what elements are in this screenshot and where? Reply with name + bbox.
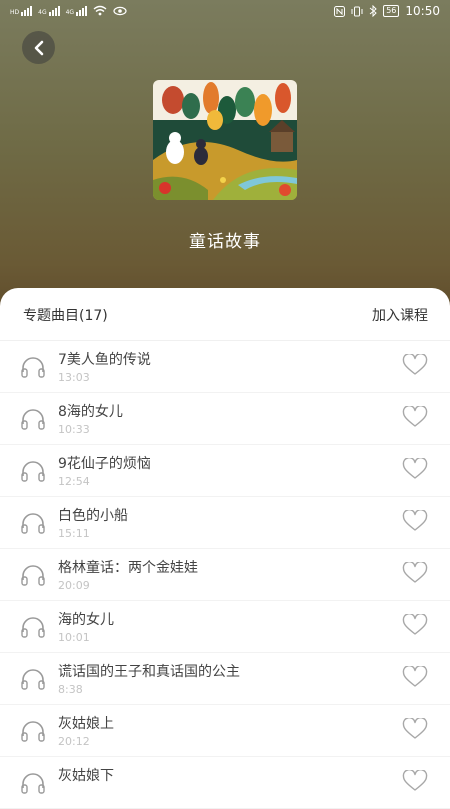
track-duration: 10:33 — [58, 423, 90, 436]
headphones-icon — [20, 616, 46, 638]
bluetooth-icon — [369, 5, 377, 17]
chevron-left-icon — [34, 40, 43, 55]
nfc-icon — [334, 5, 346, 17]
track-duration: 10:01 — [58, 631, 90, 644]
heart-outline-icon[interactable] — [402, 405, 428, 428]
track-row[interactable]: 白色的小船 15:11 — [0, 496, 450, 549]
wifi-icon — [93, 5, 107, 16]
signal-icon: 4G — [66, 6, 88, 16]
album-title: 童话故事 — [189, 232, 261, 252]
headphones-icon — [20, 460, 46, 482]
track-duration: 15:11 — [58, 527, 90, 540]
headphones-icon — [20, 408, 46, 430]
track-row[interactable]: 7美人鱼的传说 13:03 — [0, 340, 450, 393]
track-title: 9花仙子的烦恼 — [58, 456, 151, 472]
track-row[interactable]: 谎话国的王子和真话国的公主 8:38 — [0, 652, 450, 705]
heart-outline-icon[interactable] — [402, 561, 428, 584]
battery-icon: 56 — [383, 5, 400, 17]
track-title: 8海的女儿 — [58, 404, 123, 420]
heart-outline-icon[interactable] — [402, 457, 428, 480]
track-list-panel: 专题曲目(17) 加入课程 7美人鱼的传说 13:03 8海的女儿 10:33 9花仙子… — [0, 288, 450, 809]
headphones-icon — [20, 512, 46, 534]
headphones-icon — [20, 668, 46, 690]
track-title: 格林童话：两个金娃娃 — [58, 560, 198, 576]
track-duration: 20:12 — [58, 735, 90, 748]
track-duration: 8:38 — [58, 683, 83, 696]
headphones-icon — [20, 564, 46, 586]
back-button[interactable] — [22, 31, 55, 64]
eye-icon — [113, 6, 127, 16]
signal-icon: 4G — [38, 6, 60, 16]
headphones-icon — [20, 772, 46, 794]
track-list-header: 专题曲目(17) 加入课程 — [0, 288, 450, 341]
status-bar: HD 4G 4G 56 10:50 — [0, 0, 450, 26]
heart-outline-icon[interactable] — [402, 613, 428, 636]
heart-outline-icon[interactable] — [402, 665, 428, 688]
headphones-icon — [20, 356, 46, 378]
signal-icon: HD — [10, 6, 33, 16]
headphones-icon — [20, 720, 46, 742]
heart-outline-icon[interactable] — [402, 509, 428, 532]
track-row[interactable]: 海的女儿 10:01 — [0, 600, 450, 653]
track-title: 灰姑娘下 — [58, 768, 114, 784]
track-duration: 13:03 — [58, 371, 90, 384]
album-cover-image — [153, 80, 297, 200]
track-row[interactable]: 9花仙子的烦恼 12:54 — [0, 444, 450, 497]
status-left: HD 4G 4G — [10, 5, 127, 16]
heart-outline-icon[interactable] — [402, 769, 428, 792]
heart-outline-icon[interactable] — [402, 353, 428, 376]
section-title: 专题曲目(17) — [23, 308, 108, 324]
track-duration: 20:09 — [58, 579, 90, 592]
track-row[interactable]: 灰姑娘上 20:12 — [0, 704, 450, 757]
track-title: 白色的小船 — [58, 508, 128, 524]
track-duration: 12:54 — [58, 475, 90, 488]
status-right: 56 10:50 — [334, 4, 440, 18]
track-title: 灰姑娘上 — [58, 716, 114, 732]
status-time: 10:50 — [405, 4, 440, 18]
track-title: 海的女儿 — [58, 612, 114, 628]
track-row[interactable]: 格林童话：两个金娃娃 20:09 — [0, 548, 450, 601]
track-title: 7美人鱼的传说 — [58, 352, 151, 368]
track-title: 谎话国的王子和真话国的公主 — [58, 664, 240, 680]
track-row[interactable]: 灰姑娘下 — [0, 756, 450, 809]
vibrate-icon — [351, 6, 363, 16]
track-row[interactable]: 8海的女儿 10:33 — [0, 392, 450, 445]
join-course-button[interactable]: 加入课程 — [372, 305, 428, 325]
heart-outline-icon[interactable] — [402, 717, 428, 740]
